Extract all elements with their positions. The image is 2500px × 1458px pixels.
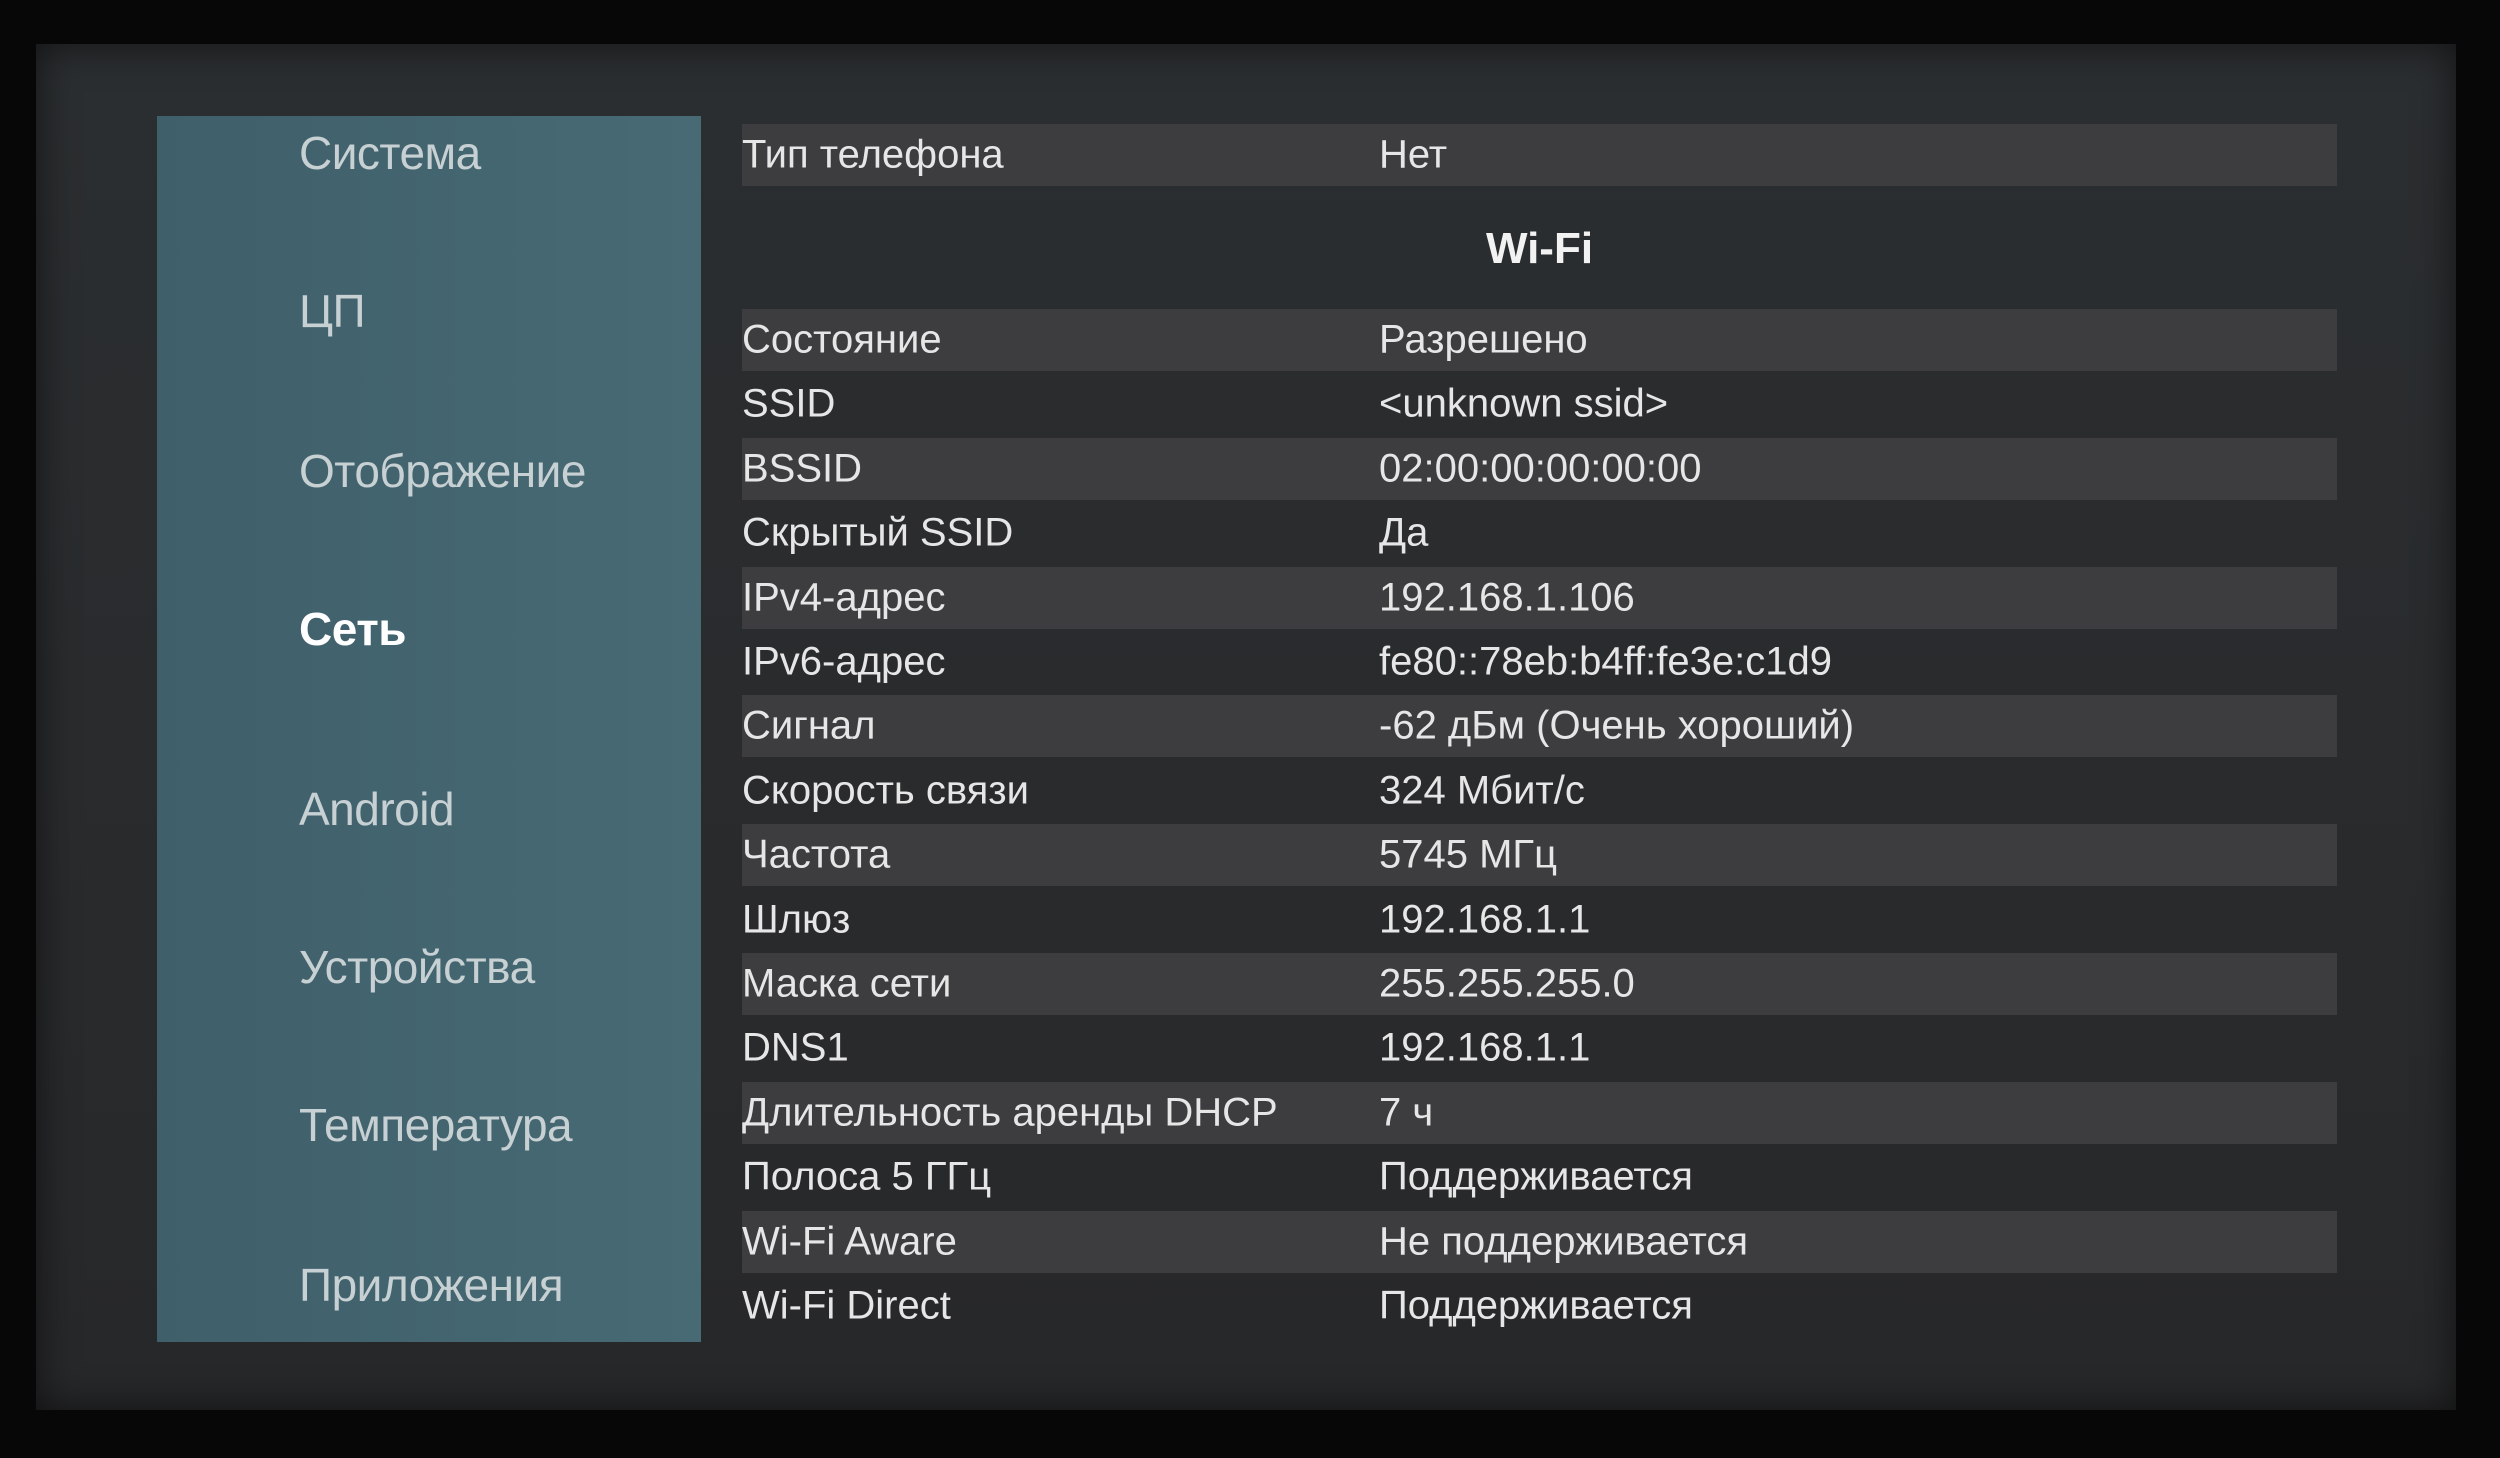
info-row: DNS1 192.168.1.1 — [742, 1017, 2337, 1079]
info-row: Шлюз 192.168.1.1 — [742, 889, 2337, 951]
sidebar-item-network[interactable]: Сеть — [299, 602, 407, 656]
info-row: IPv4-адрес 192.168.1.106 — [742, 566, 2337, 629]
info-row: BSSID 02:00:00:00:00:00 — [742, 437, 2337, 500]
info-row: SSID <unknown ssid> — [742, 373, 2337, 435]
info-row: Состояние Разрешено — [742, 309, 2337, 371]
sidebar-item-cpu[interactable]: ЦП — [299, 284, 366, 338]
section-title-wifi: Wi-Fi — [1485, 224, 1594, 273]
info-row-phone-type: Тип телефона Нет — [742, 124, 2337, 186]
row-value: 02:00:00:00:00:00 — [1379, 446, 1702, 491]
row-key: BSSID — [742, 446, 863, 491]
row-key: Полоса 5 ГГц — [742, 1154, 992, 1199]
info-row: Полоса 5 ГГц Поддерживается — [742, 1146, 2337, 1208]
row-key: Wi-Fi Aware — [742, 1219, 957, 1264]
row-key: Сигнал — [742, 703, 876, 748]
info-row: Скорость связи 324 Мбит/с — [742, 760, 2337, 822]
sidebar: Система ЦП Отображение Сеть Android Устр… — [157, 116, 701, 1342]
sidebar-item-android[interactable]: Android — [299, 782, 455, 836]
row-key: Скрытый SSID — [742, 510, 1014, 555]
info-row: Скрытый SSID Да — [742, 502, 2337, 564]
row-value: 192.168.1.106 — [1379, 575, 1635, 620]
row-key: IPv6-адрес — [742, 639, 946, 684]
row-key: SSID — [742, 381, 836, 426]
row-value: Нет — [1379, 132, 1448, 177]
sidebar-item-system[interactable]: Система — [299, 126, 481, 180]
info-row: Маска сети 255.255.255.0 — [742, 953, 2337, 1015]
row-value: Да — [1379, 510, 1429, 555]
row-key: DNS1 — [742, 1025, 849, 1070]
row-key: Wi-Fi Direct — [742, 1283, 951, 1328]
info-row: Частота 5745 МГц — [742, 824, 2337, 887]
row-value: 255.255.255.0 — [1379, 961, 1635, 1006]
info-row: Сигнал -62 дБм (Очень хороший) — [742, 695, 2337, 758]
row-value: Поддерживается — [1379, 1154, 1693, 1199]
row-value: fe80::78eb:b4ff:fe3e:c1d9 — [1379, 639, 1832, 684]
row-key: Частота — [742, 832, 891, 877]
info-row: Wi-Fi Direct Поддерживается — [742, 1275, 2337, 1337]
row-value: -62 дБм (Очень хороший) — [1379, 703, 1855, 748]
sidebar-item-apps[interactable]: Приложения — [299, 1258, 564, 1312]
row-value: <unknown ssid> — [1379, 381, 1669, 426]
row-value: Разрешено — [1379, 317, 1588, 362]
row-key: Скорость связи — [742, 768, 1029, 813]
row-value: Поддерживается — [1379, 1283, 1693, 1328]
info-row: Wi-Fi Aware Не поддерживается — [742, 1210, 2337, 1273]
info-row: Длительность аренды DHCP 7 ч — [742, 1081, 2337, 1144]
row-value: 192.168.1.1 — [1379, 897, 1591, 942]
row-key: Маска сети — [742, 961, 952, 1006]
sidebar-item-devices[interactable]: Устройства — [299, 940, 535, 994]
row-value: Не поддерживается — [1379, 1219, 1749, 1264]
sidebar-item-display[interactable]: Отображение — [299, 444, 586, 498]
row-key: Состояние — [742, 317, 942, 362]
row-key: Шлюз — [742, 897, 851, 942]
info-row: IPv6-адрес fe80::78eb:b4ff:fe3e:c1d9 — [742, 631, 2337, 693]
sidebar-item-temperature[interactable]: Температура — [299, 1098, 573, 1152]
row-key: Тип телефона — [742, 132, 1004, 177]
row-key: IPv4-адрес — [742, 575, 946, 620]
row-value: 324 Мбит/с — [1379, 768, 1585, 813]
row-key: Длительность аренды DHCP — [742, 1090, 1278, 1135]
row-value: 5745 МГц — [1379, 832, 1557, 877]
row-value: 192.168.1.1 — [1379, 1025, 1591, 1070]
row-value: 7 ч — [1379, 1090, 1434, 1135]
